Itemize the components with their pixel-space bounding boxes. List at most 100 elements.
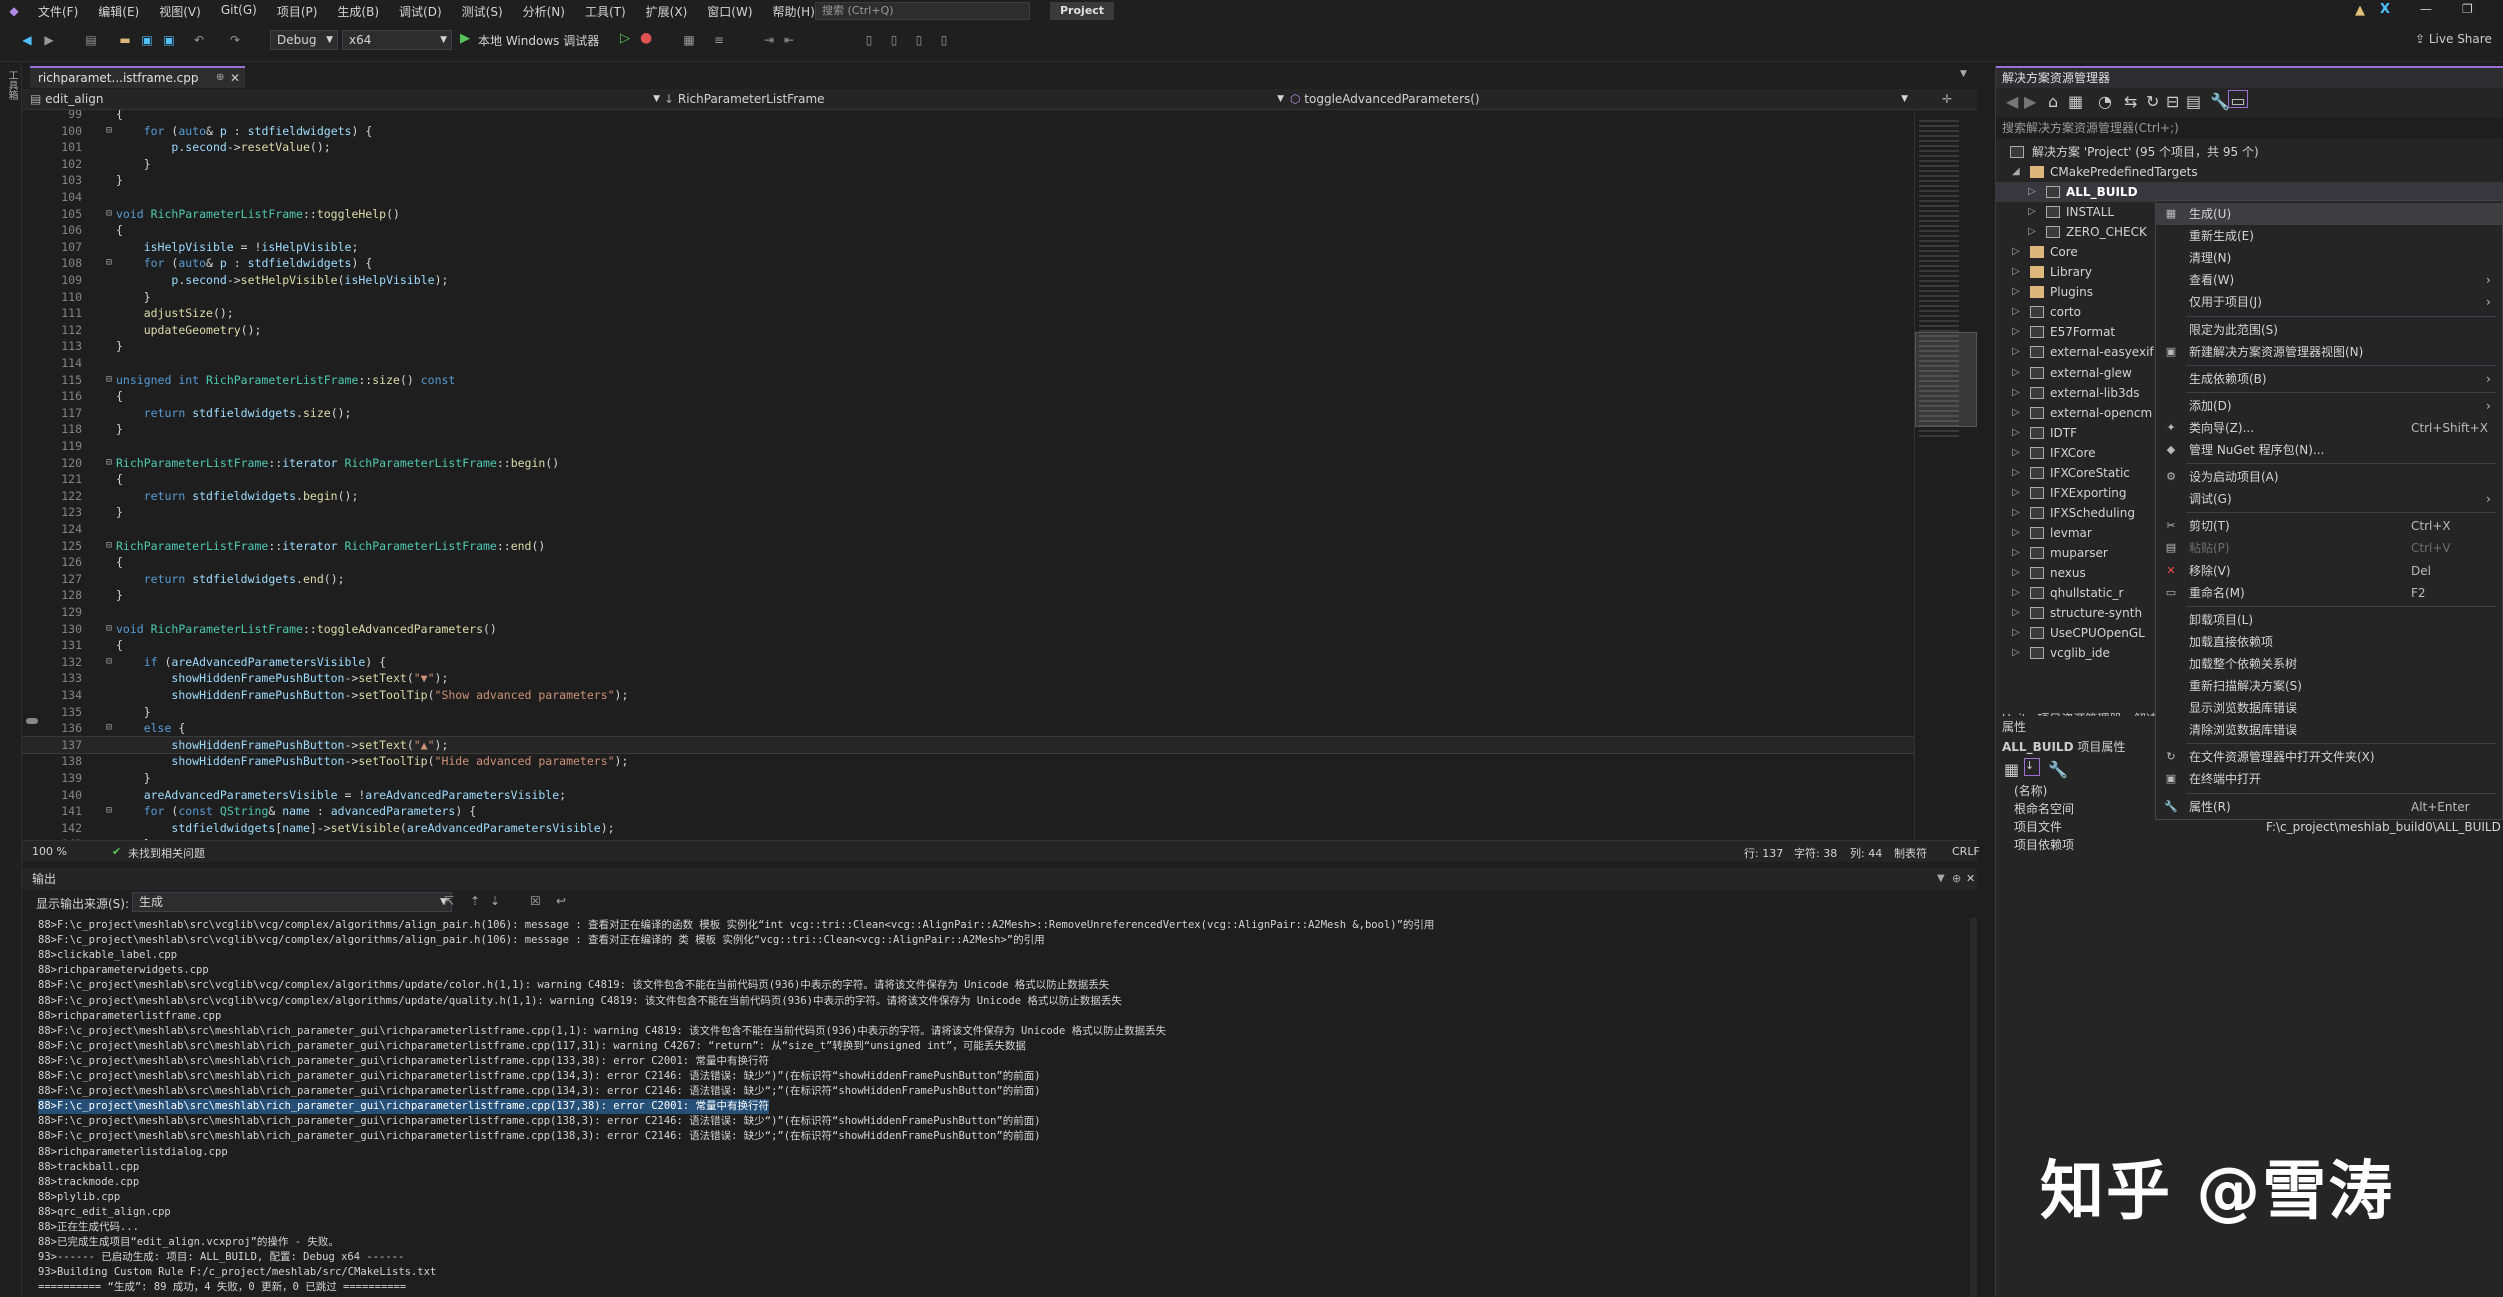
output-line[interactable]: 88>F:\c_project\meshlab\src\meshlab\rich… xyxy=(38,1099,769,1114)
output-line[interactable]: 88>F:\c_project\meshlab\src\meshlab\rich… xyxy=(38,1114,1041,1129)
minimap-viewport[interactable] xyxy=(1915,332,1977,427)
switch-views-icon[interactable]: ▦ xyxy=(2068,92,2083,111)
pin-icon[interactable]: ⊕ xyxy=(216,68,224,88)
code-line[interactable]: 141⊟ for (const QString& name : advanced… xyxy=(22,803,1914,819)
code-line[interactable]: 136⊟ else { xyxy=(22,720,1914,736)
code-text[interactable]: } xyxy=(116,587,123,603)
account-icon[interactable]: X xyxy=(2380,2,2390,17)
code-line[interactable]: 134 showHiddenFramePushButton->setToolTi… xyxy=(22,687,1914,703)
collapsed-icon[interactable]: ▷ xyxy=(2012,623,2024,643)
code-text[interactable]: void RichParameterListFrame::toggleAdvan… xyxy=(116,621,497,637)
context-menu-item[interactable]: ▭重命名(M)F2 xyxy=(2156,582,2502,604)
close-icon[interactable]: ✕ xyxy=(230,68,240,88)
pending-changes-icon[interactable]: ◔ xyxy=(2098,92,2112,111)
output-log[interactable]: 88>F:\c_project\meshlab\src\vcglib\vcg/c… xyxy=(22,918,1977,1297)
save-icon[interactable]: ▣ xyxy=(138,31,156,49)
fold-icon[interactable]: ⊟ xyxy=(106,803,112,819)
expanded-icon[interactable]: ◢ xyxy=(2012,162,2024,182)
collapsed-icon[interactable]: ▷ xyxy=(2012,603,2024,623)
code-line[interactable]: 100⊟ for (auto& p : stdfieldwidgets) { xyxy=(22,123,1914,139)
code-text[interactable]: { xyxy=(116,637,123,653)
output-line[interactable]: 88>F:\c_project\meshlab\src\vcglib\vcg/c… xyxy=(38,933,1045,948)
context-menu-item[interactable]: 清理(N) xyxy=(2156,247,2502,269)
configuration-select[interactable]: Debug▼ xyxy=(270,30,338,50)
split-icon[interactable]: ✛ xyxy=(1942,91,1952,107)
line-endings[interactable]: CRLF xyxy=(1952,845,1980,858)
output-line[interactable]: 88>plylib.cpp xyxy=(38,1190,120,1205)
nav-class-select[interactable]: ↓ RichParameterListFrame▼ xyxy=(664,91,1284,107)
toolbox-tab[interactable]: 工具箱 xyxy=(4,70,19,100)
code-line[interactable]: 116{ xyxy=(22,388,1914,404)
code-text[interactable]: if (areAdvancedParametersVisible) { xyxy=(116,654,386,670)
code-line[interactable]: 129 xyxy=(22,604,1914,620)
code-line[interactable]: 133 showHiddenFramePushButton->setText("… xyxy=(22,670,1914,686)
collapsed-icon[interactable]: ▷ xyxy=(2012,523,2024,543)
collapsed-icon[interactable]: ▷ xyxy=(2012,423,2024,443)
fold-icon[interactable]: ⊟ xyxy=(106,206,112,222)
context-menu-item[interactable]: 查看(W)› xyxy=(2156,269,2502,291)
collapsed-icon[interactable]: ▷ xyxy=(2012,282,2024,302)
output-line[interactable]: 88>richparameterwidgets.cpp xyxy=(38,963,209,978)
bookmark-next-icon[interactable]: ▯ xyxy=(910,31,928,49)
menu-item[interactable]: 编辑(E) xyxy=(88,3,149,20)
code-line[interactable]: 140 areAdvancedParametersVisible = !areA… xyxy=(22,787,1914,803)
code-line[interactable]: 104 xyxy=(22,189,1914,205)
output-line[interactable]: 88>trackmode.cpp xyxy=(38,1175,139,1190)
property-row[interactable]: 项目文件F:\c_project\meshlab_build0\ALL_BUIL… xyxy=(1996,818,2503,836)
collapsed-icon[interactable]: ▷ xyxy=(2028,182,2040,202)
bookmark-icon[interactable]: ▯ xyxy=(860,31,878,49)
collapsed-icon[interactable]: ▷ xyxy=(2012,342,2024,362)
code-text[interactable]: void RichParameterListFrame::toggleHelp(… xyxy=(116,206,400,222)
code-line[interactable]: 142 stdfieldwidgets[name]->setVisible(ar… xyxy=(22,820,1914,836)
output-line[interactable]: 88>clickable_label.cpp xyxy=(38,948,177,963)
collapsed-icon[interactable]: ▷ xyxy=(2012,322,2024,342)
issues-status[interactable]: 未找到相关问题 xyxy=(128,845,205,861)
fold-icon[interactable]: ⊟ xyxy=(106,621,112,637)
properties-icon[interactable]: 🔧 xyxy=(2210,92,2230,111)
menu-item[interactable]: 扩展(X) xyxy=(636,3,698,20)
output-line[interactable]: 88>F:\c_project\meshlab\src\meshlab\rich… xyxy=(38,1039,1026,1054)
collapsed-icon[interactable]: ▷ xyxy=(2012,583,2024,603)
context-menu-item[interactable]: 卸载项目(L) xyxy=(2156,609,2502,631)
categorized-icon[interactable]: ▦ xyxy=(2004,760,2019,779)
save-all-icon[interactable]: ▣ xyxy=(160,31,178,49)
code-line[interactable]: 112 updateGeometry(); xyxy=(22,322,1914,338)
minimap[interactable] xyxy=(1914,110,1976,840)
output-line[interactable]: 88>F:\c_project\meshlab\src\vcglib\vcg/c… xyxy=(38,994,1122,1009)
code-line[interactable]: 114 xyxy=(22,355,1914,371)
code-line[interactable]: 123} xyxy=(22,504,1914,520)
code-line[interactable]: 103} xyxy=(22,172,1914,188)
output-line[interactable]: 88>richparameterlistdialog.cpp xyxy=(38,1145,228,1160)
code-text[interactable]: } xyxy=(116,338,123,354)
code-line[interactable]: 121{ xyxy=(22,471,1914,487)
menu-item[interactable]: 项目(P) xyxy=(267,3,328,20)
context-menu-item[interactable]: 重新扫描解决方案(S) xyxy=(2156,675,2502,697)
code-line[interactable]: 127 return stdfieldwidgets.end(); xyxy=(22,571,1914,587)
warning-icon[interactable]: ▲ xyxy=(2355,3,2365,18)
visual-studio-logo-icon[interactable]: ◆ xyxy=(0,0,28,22)
code-line[interactable]: 109 p.second->setHelpVisible(isHelpVisib… xyxy=(22,272,1914,288)
start-debug-icon[interactable]: ▶ xyxy=(460,31,470,46)
menu-item[interactable]: Git(G) xyxy=(211,3,267,20)
property-value[interactable]: F:\c_project\meshlab_build0\ALL_BUILD.v xyxy=(2266,818,2502,836)
code-line[interactable]: 120⊟RichParameterListFrame::iterator Ric… xyxy=(22,455,1914,471)
code-text[interactable]: } xyxy=(116,156,151,172)
output-line[interactable]: ========== “生成”: 89 成功，4 失败，0 更新，0 已跳过 =… xyxy=(38,1280,406,1295)
minimize-button[interactable]: — xyxy=(2420,2,2432,16)
menu-item[interactable]: 工具(T) xyxy=(575,3,636,20)
pin-icon[interactable]: ⊕ xyxy=(1952,868,1961,890)
properties-object[interactable]: ALL_BUILD 项目属性 xyxy=(2002,738,2125,755)
output-line[interactable]: 88>F:\c_project\meshlab\src\vcglib\vcg/c… xyxy=(38,918,1434,933)
sync-icon[interactable]: ⇆ xyxy=(2124,92,2137,111)
layout-icon[interactable]: ▦ xyxy=(680,31,698,49)
code-text[interactable]: } xyxy=(116,770,151,786)
tab-overflow-icon[interactable]: ▼ xyxy=(1960,69,1967,79)
output-line[interactable]: 88>F:\c_project\meshlab\src\meshlab\rich… xyxy=(38,1084,1041,1099)
output-line[interactable]: 88>richparameterlistframe.cpp xyxy=(38,1009,221,1024)
context-menu-item[interactable]: ▣在终端中打开 xyxy=(2156,768,2502,790)
nav-member-select[interactable]: ⬡ toggleAdvancedParameters()▼ xyxy=(1290,91,1908,107)
collapsed-icon[interactable]: ▷ xyxy=(2012,563,2024,583)
collapsed-icon[interactable]: ▷ xyxy=(2012,543,2024,563)
code-line[interactable]: 139 } xyxy=(22,770,1914,786)
code-line[interactable]: 102 } xyxy=(22,156,1914,172)
